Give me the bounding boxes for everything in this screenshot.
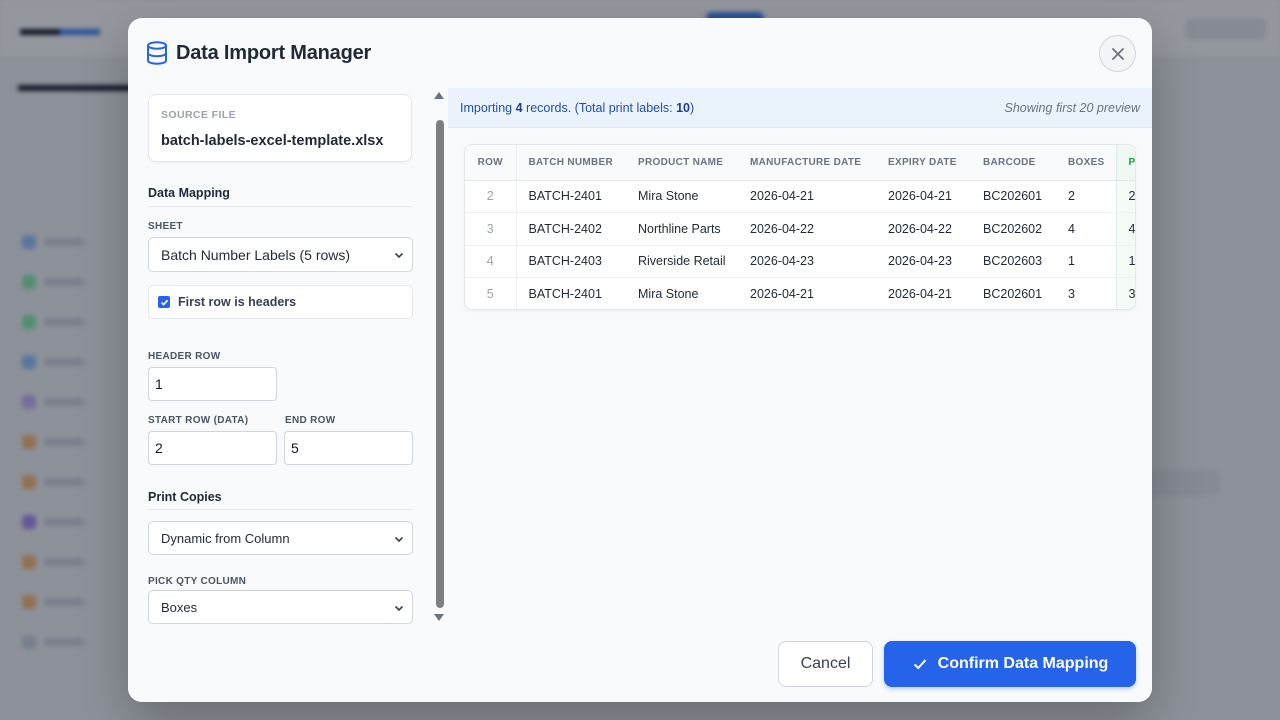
start-row-input[interactable] (148, 431, 277, 465)
header-row-label: HEADER ROW (148, 351, 221, 362)
check-icon (160, 299, 168, 306)
chevron-down-icon (394, 605, 404, 612)
cancel-button[interactable]: Cancel (778, 641, 873, 687)
cell-manufacture-date: 2026-04-21 (750, 287, 814, 301)
column-header-row[interactable]: ROW (465, 145, 517, 181)
qty-column-value: Boxes (161, 599, 198, 615)
first-row-headers-label: First row is headers (178, 295, 297, 309)
cell-manufacture-date: 2026-04-23 (738, 245, 876, 278)
print-copies-mode-value: Dynamic from Column (161, 530, 290, 546)
confirm-data-mapping-button[interactable]: Confirm Data Mapping (884, 641, 1136, 687)
modal-header: Data Import Manager (128, 18, 1152, 88)
cell-batch-number: BATCH-2403 (516, 245, 626, 278)
close-icon (1111, 47, 1124, 60)
cell-row: 2 (465, 180, 517, 213)
cell-expiry-date: 2026-04-21 (888, 287, 952, 301)
first-row-headers-option[interactable]: First row is headers (148, 285, 413, 319)
preview-panel: Importing 4 records. (Total print labels… (448, 88, 1152, 628)
cell-boxes: 2 (1056, 180, 1116, 213)
confirm-button-label: Confirm Data Mapping (937, 655, 1109, 672)
sheet-select-value: Batch Number Labels (5 rows) (161, 246, 351, 263)
cell-print-copies: 4 (1115, 212, 1135, 246)
cell-batch-number: BATCH-2402 (516, 212, 626, 246)
column-header-expiry-date[interactable]: EXPIRY DATE (876, 145, 971, 181)
cell-print-copies: 1 (1115, 245, 1135, 278)
cell-row: 3 (465, 212, 517, 246)
column-header-manufacture-date[interactable]: MANUFACTURE DATE (738, 145, 876, 181)
end-row-input[interactable] (284, 431, 413, 465)
data-import-modal: Data Import Manager SOURCE FILE batch-la… (128, 18, 1152, 702)
header-row-input[interactable] (148, 367, 277, 401)
section-divider (148, 509, 412, 510)
import-summary-bar: Importing 4 records. (Total print labels… (448, 88, 1152, 128)
column-header-print-copies[interactable]: PRINT COPIES (1115, 145, 1135, 181)
cell-barcode: BC202603 (971, 245, 1056, 278)
column-header-batch-number[interactable]: BATCH NUMBER (516, 145, 626, 181)
source-file-name: batch-labels-excel-template.xlsx (161, 133, 384, 149)
preview-table: ROW BATCH NUMBER PRODUCT NAME MANUFACTUR… (465, 145, 1135, 309)
cell-product-name: Riverside Retail (626, 245, 738, 278)
cell-row: 5 (465, 277, 517, 309)
sheet-select[interactable]: Batch Number Labels (5 rows) (148, 237, 413, 272)
table-row: 3 BATCH-2402 Northline Parts 2026-04-22 … (465, 212, 1135, 246)
source-file-caption: SOURCE FILE (161, 109, 236, 121)
cell-barcode: BC202601 (971, 180, 1056, 213)
start-row-label: START ROW (DATA) (148, 415, 249, 426)
table-row: 2 BATCH-2401 Mira Stone 2026-04-21 2026-… (465, 180, 1135, 213)
section-divider (148, 206, 412, 207)
cell-barcode: BC202602 (971, 212, 1056, 246)
column-header-barcode[interactable]: BARCODE (971, 145, 1056, 181)
scrollbar-thumb[interactable] (436, 120, 444, 608)
cell-product-name: Northline Parts (626, 212, 738, 246)
close-button[interactable] (1099, 35, 1136, 72)
database-icon (147, 41, 167, 65)
first-row-headers-checkbox[interactable] (158, 296, 170, 308)
sheet-label: SHEET (148, 221, 183, 232)
cell-expiry-date: 2026-04-21 (876, 180, 971, 213)
cell-expiry-date: 2026-04-22 (876, 212, 971, 246)
cell-print-copies: 2 (1115, 180, 1135, 213)
scroll-down-arrow[interactable] (434, 614, 444, 621)
print-copies-title: Print Copies (148, 490, 222, 504)
preview-note: Showing first 20 preview (1004, 101, 1140, 115)
cell-print-copies: 3 (1115, 277, 1135, 309)
end-row-label: END ROW (285, 415, 336, 426)
cell-batch-number: BATCH-2401 (528, 287, 602, 301)
cell-product-name: Mira Stone (638, 287, 699, 301)
cell-product-name: Mira Stone (626, 180, 738, 213)
column-header-product-name[interactable]: PRODUCT NAME (626, 145, 738, 181)
table-row: 5 BATCH-2401 Mira Stone 2026-04-21 2026-… (465, 277, 1135, 309)
cell-manufacture-date: 2026-04-21 (738, 180, 876, 213)
modal-footer: Cancel Confirm Data Mapping (128, 628, 1152, 702)
cell-batch-number: BATCH-2401 (516, 180, 626, 213)
modal-title: Data Import Manager (176, 42, 372, 64)
label-count: 10 (676, 101, 691, 115)
data-mapping-title: Data Mapping (148, 186, 230, 200)
record-count: 4 (515, 101, 523, 115)
chevron-down-icon (394, 536, 404, 543)
cell-barcode: BC202601 (983, 287, 1043, 301)
cell-boxes: 1 (1056, 245, 1116, 278)
source-file-card: SOURCE FILE batch-labels-excel-template.… (148, 94, 412, 162)
cell-expiry-date: 2026-04-23 (876, 245, 971, 278)
cell-boxes: 4 (1056, 212, 1116, 246)
mapping-settings-panel: SOURCE FILE batch-labels-excel-template.… (148, 88, 414, 628)
cell-manufacture-date: 2026-04-22 (738, 212, 876, 246)
table-header-row: ROW BATCH NUMBER PRODUCT NAME MANUFACTUR… (465, 145, 1135, 181)
table-row: 4 BATCH-2403 Riverside Retail 2026-04-23… (465, 245, 1135, 278)
chevron-down-icon (394, 252, 404, 259)
scroll-up-arrow[interactable] (434, 92, 444, 99)
cell-row: 4 (465, 245, 517, 278)
qty-column-select[interactable]: Boxes (148, 590, 413, 624)
check-icon (913, 659, 926, 670)
preview-table-container: ROW BATCH NUMBER PRODUCT NAME MANUFACTUR… (464, 144, 1136, 310)
import-summary-text: Importing 4 records. (Total print labels… (460, 101, 695, 115)
print-copies-mode-select[interactable]: Dynamic from Column (148, 521, 413, 555)
qty-column-label: PICK QTY COLUMN (148, 576, 247, 587)
column-header-boxes[interactable]: BOXES (1056, 145, 1116, 181)
cell-boxes: 3 (1068, 287, 1075, 301)
